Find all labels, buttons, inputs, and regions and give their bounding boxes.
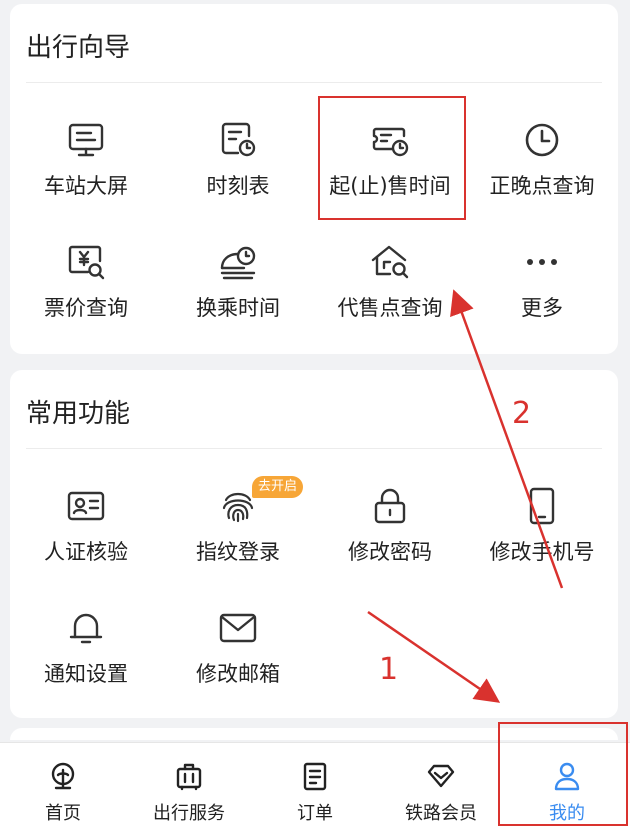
agency-query-button[interactable]: 代售点查询 — [314, 242, 466, 352]
travel-guide-card: 出行向导 车站大屏 时刻表 起(止)售时间 正晚点查询 票价查询 换乘时间 代售… — [10, 4, 618, 354]
mail-icon — [218, 608, 258, 648]
divider — [26, 82, 602, 83]
common-functions-title: 常用功能 — [26, 399, 131, 429]
train-clock-icon — [218, 242, 258, 282]
more-dots-icon — [522, 242, 562, 282]
tab-mine[interactable]: 我的 — [504, 743, 630, 829]
tab-railway-member[interactable]: 铁路会员 — [378, 743, 504, 829]
lock-icon — [370, 486, 410, 526]
sale-time-button[interactable]: 起(止)售时间 — [314, 120, 466, 230]
timetable-icon — [218, 120, 258, 160]
station-screen-button[interactable]: 车站大屏 — [10, 120, 162, 230]
annotation-step-1: 1 — [379, 652, 399, 687]
timetable-button[interactable]: 时刻表 — [162, 120, 314, 230]
annotation-step-2: 2 — [512, 396, 532, 431]
tab-label: 出行服务 — [153, 803, 225, 824]
more-button[interactable]: 更多 — [466, 242, 618, 352]
grid-item-label: 修改密码 — [348, 540, 432, 564]
monitor-icon — [66, 120, 106, 160]
diamond-icon — [426, 761, 456, 791]
divider — [26, 448, 602, 449]
fingerprint-login-button[interactable]: 去开启 指纹登录 — [162, 476, 314, 596]
grid-item-label: 时刻表 — [206, 174, 270, 198]
change-phone-button[interactable]: 修改手机号 — [466, 486, 618, 596]
transfer-time-button[interactable]: 换乘时间 — [162, 242, 314, 352]
grid-item-label: 更多 — [521, 296, 563, 320]
tab-label: 首页 — [45, 803, 81, 824]
grid-item-label: 正晚点查询 — [489, 174, 595, 198]
notification-settings-button[interactable]: 通知设置 — [10, 608, 162, 718]
tab-label: 铁路会员 — [405, 803, 477, 824]
price-query-button[interactable]: 票价查询 — [10, 242, 162, 352]
ticket-clock-icon — [370, 120, 410, 160]
grid-item-label: 人证核验 — [44, 540, 128, 564]
luggage-icon — [174, 761, 204, 791]
tab-orders[interactable]: 订单 — [252, 743, 378, 829]
id-verify-button[interactable]: 人证核验 — [10, 486, 162, 596]
grid-item-label: 车站大屏 — [44, 174, 128, 198]
id-card-icon — [66, 486, 106, 526]
house-search-icon — [370, 242, 410, 282]
grid-item-label: 起(止)售时间 — [329, 174, 451, 198]
grid-item-label: 通知设置 — [44, 662, 128, 686]
order-list-icon — [300, 761, 330, 791]
grid-item-label: 票价查询 — [44, 296, 128, 320]
tab-travel-service[interactable]: 出行服务 — [126, 743, 252, 829]
tab-label: 订单 — [297, 803, 333, 824]
grid-item-label: 指纹登录 — [196, 540, 280, 564]
tab-label: 我的 — [549, 803, 585, 824]
grid-item-label: 修改邮箱 — [196, 662, 280, 686]
grid-item-label: 换乘时间 — [196, 296, 280, 320]
change-password-button[interactable]: 修改密码 — [314, 486, 466, 596]
phone-icon — [522, 486, 562, 526]
railway-logo-icon — [48, 761, 78, 791]
bottom-tab-bar: 首页 出行服务 订单 铁路会员 我的 — [0, 742, 630, 829]
enable-badge[interactable]: 去开启 — [252, 476, 304, 498]
user-icon — [552, 761, 582, 791]
delay-query-button[interactable]: 正晚点查询 — [466, 120, 618, 230]
tab-home[interactable]: 首页 — [0, 743, 126, 829]
price-search-icon — [66, 242, 106, 282]
clock-icon — [522, 120, 562, 160]
grid-item-label: 代售点查询 — [337, 296, 443, 320]
next-card-edge — [10, 728, 618, 740]
bell-icon — [66, 608, 106, 648]
travel-guide-title: 出行向导 — [26, 33, 131, 63]
change-email-button[interactable]: 修改邮箱 — [162, 608, 314, 718]
grid-item-label: 修改手机号 — [489, 540, 595, 564]
